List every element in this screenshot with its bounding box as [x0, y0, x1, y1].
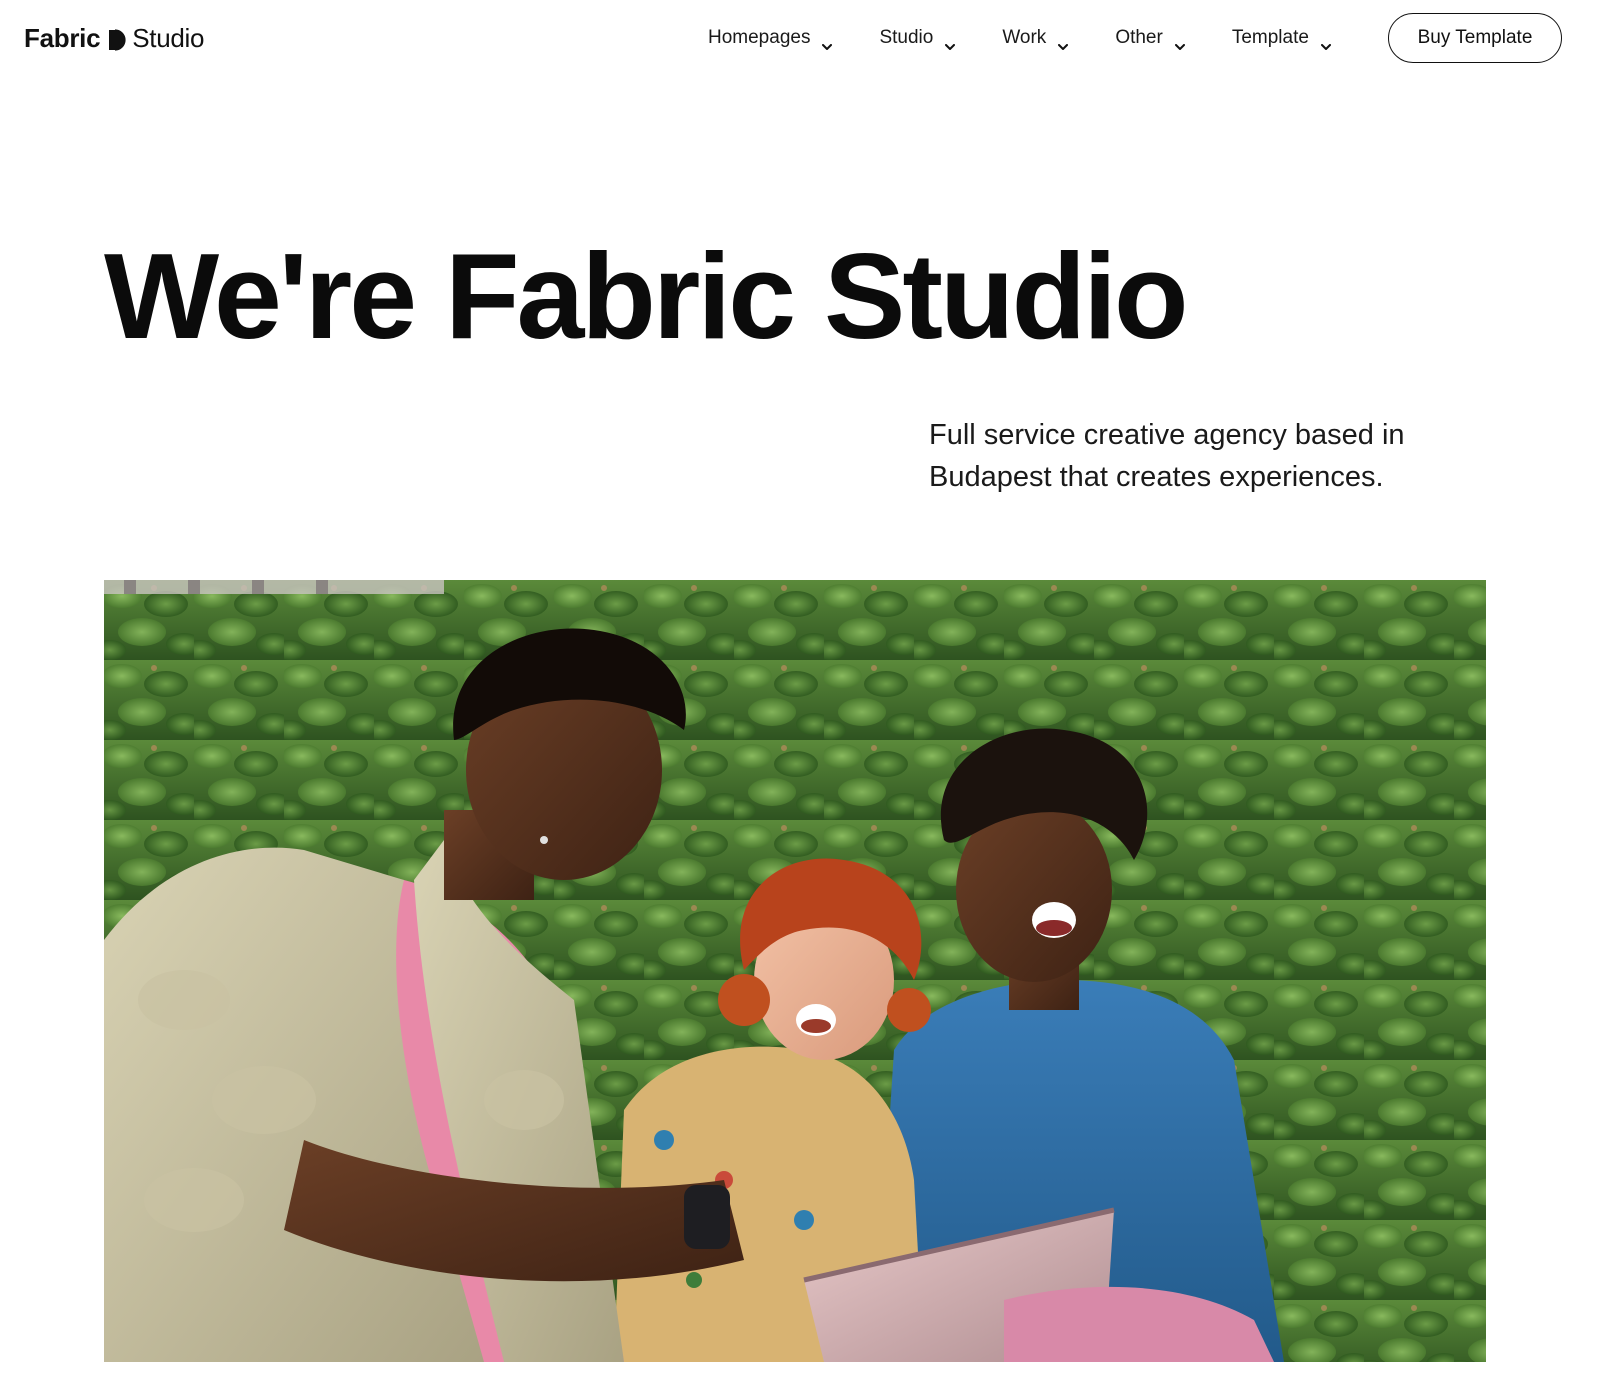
main-nav: Homepages Studio Work Other Template	[708, 22, 1331, 54]
hero-photo	[104, 580, 1486, 1362]
nav-item-label: Template	[1231, 27, 1309, 48]
brand-logo[interactable]: Fabric Studio	[24, 20, 204, 56]
hero-subtitle: Full service creative agency based in Bu…	[929, 419, 1405, 493]
site-header: Fabric Studio Homepages Studio Work Othe…	[0, 0, 1600, 78]
brand-name-light: Studio	[132, 22, 205, 53]
nav-item-other[interactable]: Other	[1115, 27, 1185, 50]
chevron-down-icon	[1058, 35, 1069, 50]
chevron-down-icon	[1320, 35, 1331, 50]
chevron-down-icon	[945, 35, 956, 50]
half-circle-mark-icon	[108, 27, 126, 51]
chevron-down-icon	[1174, 35, 1185, 50]
brand-name-bold: Fabric	[24, 22, 101, 53]
nav-item-work[interactable]: Work	[1002, 27, 1069, 50]
nav-item-studio[interactable]: Studio	[879, 27, 956, 50]
chevron-down-icon	[822, 35, 833, 50]
buy-template-button[interactable]: Buy Template	[1388, 13, 1562, 63]
nav-item-label: Work	[1002, 27, 1047, 48]
nav-item-label: Homepages	[708, 27, 811, 48]
hero-title: We're Fabric Studio	[104, 228, 1189, 364]
nav-item-label: Studio	[879, 27, 934, 48]
nav-item-label: Other	[1115, 27, 1163, 48]
nav-item-homepages[interactable]: Homepages	[708, 27, 833, 50]
nav-item-template[interactable]: Template	[1231, 27, 1331, 50]
